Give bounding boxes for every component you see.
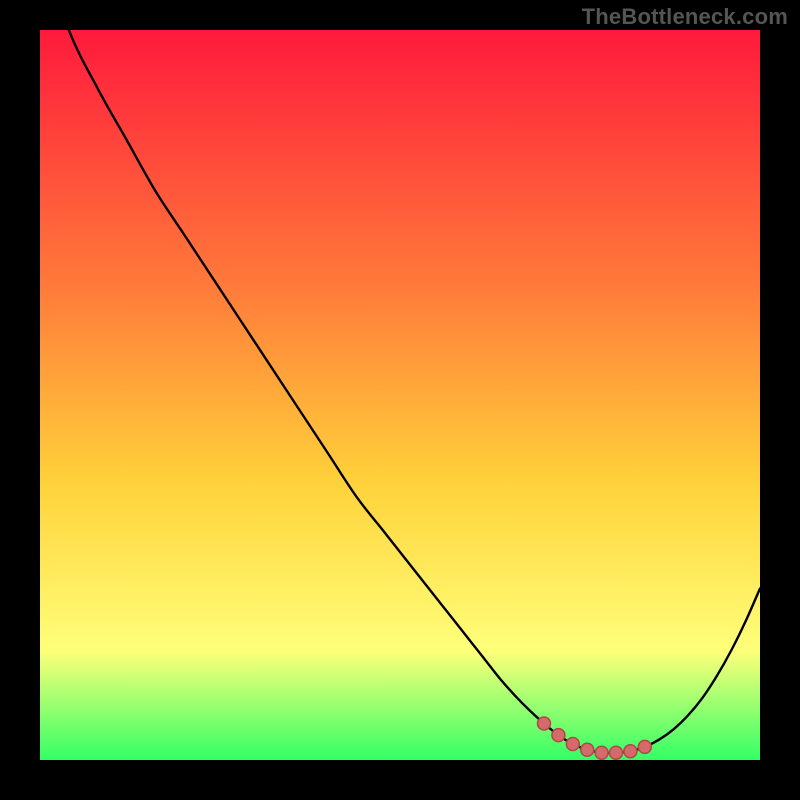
valley-marker [638,740,651,753]
valley-marker [595,746,608,759]
valley-marker [552,729,565,742]
valley-marker [610,746,623,759]
chart-frame: TheBottleneck.com [0,0,800,800]
valley-marker [566,737,579,750]
gradient-bg [40,30,760,760]
valley-marker [538,717,551,730]
plot-area [40,30,760,760]
valley-marker [581,743,594,756]
chart-svg [40,30,760,760]
attribution-label: TheBottleneck.com [582,4,788,30]
valley-marker [624,745,637,758]
